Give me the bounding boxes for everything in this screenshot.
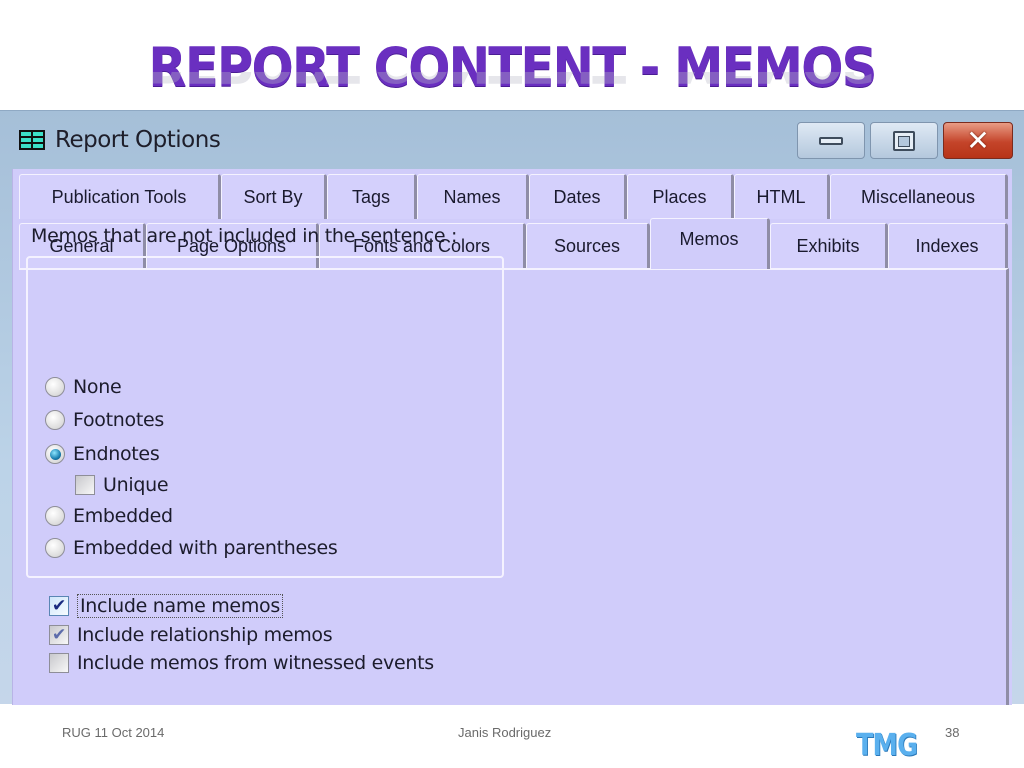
page-number: 38 xyxy=(945,725,960,740)
slide-title-reflection: REPORT CONTENT - MEMOS xyxy=(41,72,983,92)
maximize-icon xyxy=(893,130,915,151)
radio-none[interactable]: None xyxy=(45,376,122,398)
checkbox-label-focused: Include name memos xyxy=(77,594,283,618)
close-icon: ✕ xyxy=(966,123,990,157)
memos-group-label: Memos that are not included in the sente… xyxy=(31,225,458,247)
tab-tags[interactable]: Tags xyxy=(327,174,417,219)
radio-button[interactable] xyxy=(45,410,65,430)
tab-miscellaneous[interactable]: Miscellaneous xyxy=(830,174,1008,219)
tab-places[interactable]: Places xyxy=(627,174,734,219)
checkbox-label: Include relationship memos xyxy=(77,624,333,646)
checkmark-icon: ✔ xyxy=(52,624,66,645)
tab-dates[interactable]: Dates xyxy=(529,174,627,219)
footer-author: Janis Rodriguez xyxy=(458,725,552,740)
checkbox[interactable] xyxy=(75,475,95,495)
tab-row-1: Publication Tools Sort By Tags Names Dat… xyxy=(19,174,1008,219)
tab-sources[interactable]: Sources xyxy=(526,223,650,268)
radio-button[interactable] xyxy=(45,377,65,397)
radio-button[interactable] xyxy=(45,506,65,526)
tab-html[interactable]: HTML xyxy=(734,174,830,219)
radio-button[interactable] xyxy=(45,538,65,558)
close-button[interactable]: ✕ xyxy=(943,122,1013,159)
title-bar[interactable]: Report Options ✕ xyxy=(0,111,1024,169)
checkbox-label: Include memos from witnessed events xyxy=(77,652,434,674)
report-grid-icon xyxy=(19,130,45,150)
tmg-logo: TMG xyxy=(856,728,918,763)
checkbox-checked[interactable]: ✔ xyxy=(49,625,69,645)
radio-embedded-with-parentheses[interactable]: Embedded with parentheses xyxy=(45,537,338,559)
checkbox-label: Unique xyxy=(103,474,169,496)
radio-endnotes[interactable]: Endnotes xyxy=(45,443,160,465)
footer-date: RUG 11 Oct 2014 xyxy=(62,725,165,740)
checkmark-icon: ✔ xyxy=(52,595,66,616)
tab-exhibits[interactable]: Exhibits xyxy=(770,223,888,268)
checkbox[interactable] xyxy=(49,653,69,673)
tab-sort-by[interactable]: Sort By xyxy=(221,174,327,219)
radio-label: Embedded with parentheses xyxy=(73,537,338,559)
radio-embedded[interactable]: Embedded xyxy=(45,505,173,527)
radio-label: Endnotes xyxy=(73,443,160,465)
checkbox-checked[interactable]: ✔ xyxy=(49,596,69,616)
minimize-icon xyxy=(819,136,843,145)
radio-selected-dot xyxy=(49,448,61,460)
checkbox-unique[interactable]: Unique xyxy=(75,474,169,496)
radio-label: Footnotes xyxy=(73,409,164,431)
tab-publication-tools[interactable]: Publication Tools xyxy=(19,174,221,219)
tab-names[interactable]: Names xyxy=(417,174,529,219)
window-title: Report Options xyxy=(55,127,221,153)
checkbox-include-name-memos[interactable]: ✔ Include name memos xyxy=(49,594,283,618)
radio-footnotes[interactable]: Footnotes xyxy=(45,409,164,431)
minimize-button[interactable] xyxy=(797,122,865,159)
checkbox-include-relationship-memos[interactable]: ✔ Include relationship memos xyxy=(49,624,333,646)
tab-indexes[interactable]: Indexes xyxy=(888,223,1008,268)
radio-button-selected[interactable] xyxy=(45,444,65,464)
checkbox-include-witnessed-memos[interactable]: Include memos from witnessed events xyxy=(49,652,434,674)
tab-memos[interactable]: Memos xyxy=(650,218,770,269)
maximize-button[interactable] xyxy=(870,122,938,159)
radio-label: Embedded xyxy=(73,505,173,527)
radio-label: None xyxy=(73,376,122,398)
